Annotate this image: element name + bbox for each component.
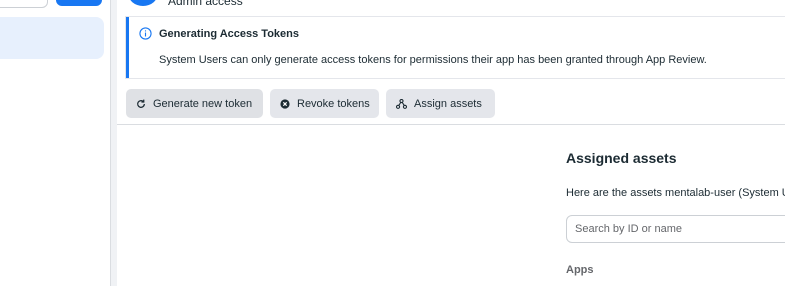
assigned-assets-title: Assigned assets — [566, 150, 677, 166]
notice-banner: Generating Access Tokens System Users ca… — [126, 17, 785, 78]
asset-search-input[interactable] — [566, 215, 785, 243]
assign-assets-label: Assign assets — [414, 97, 482, 110]
revoke-tokens-label: Revoke tokens — [297, 97, 370, 110]
revoke-tokens-button[interactable]: Revoke tokens — [270, 89, 379, 118]
generate-token-button[interactable]: Generate new token — [126, 89, 263, 118]
sidebar-primary-button[interactable] — [56, 0, 102, 6]
notice-title: Generating Access Tokens — [159, 28, 299, 40]
generate-token-label: Generate new token — [153, 97, 253, 110]
notice-body: System Users can only generate access to… — [159, 54, 707, 66]
sidebar-item-active[interactable] — [0, 17, 104, 59]
sidebar-search-input[interactable] — [0, 0, 48, 8]
refresh-icon — [137, 99, 145, 108]
assigned-assets-description: Here are the assets mentalab-user (Syste… — [566, 187, 785, 199]
apps-section-label: Apps — [566, 264, 594, 276]
content-area — [117, 125, 785, 286]
access-level-label: Admin access — [168, 0, 243, 8]
info-icon — [139, 27, 152, 40]
x-circle-icon — [280, 98, 290, 109]
sidebar — [0, 0, 111, 286]
share-nodes-icon — [396, 98, 407, 109]
assign-assets-button[interactable]: Assign assets — [386, 89, 495, 118]
